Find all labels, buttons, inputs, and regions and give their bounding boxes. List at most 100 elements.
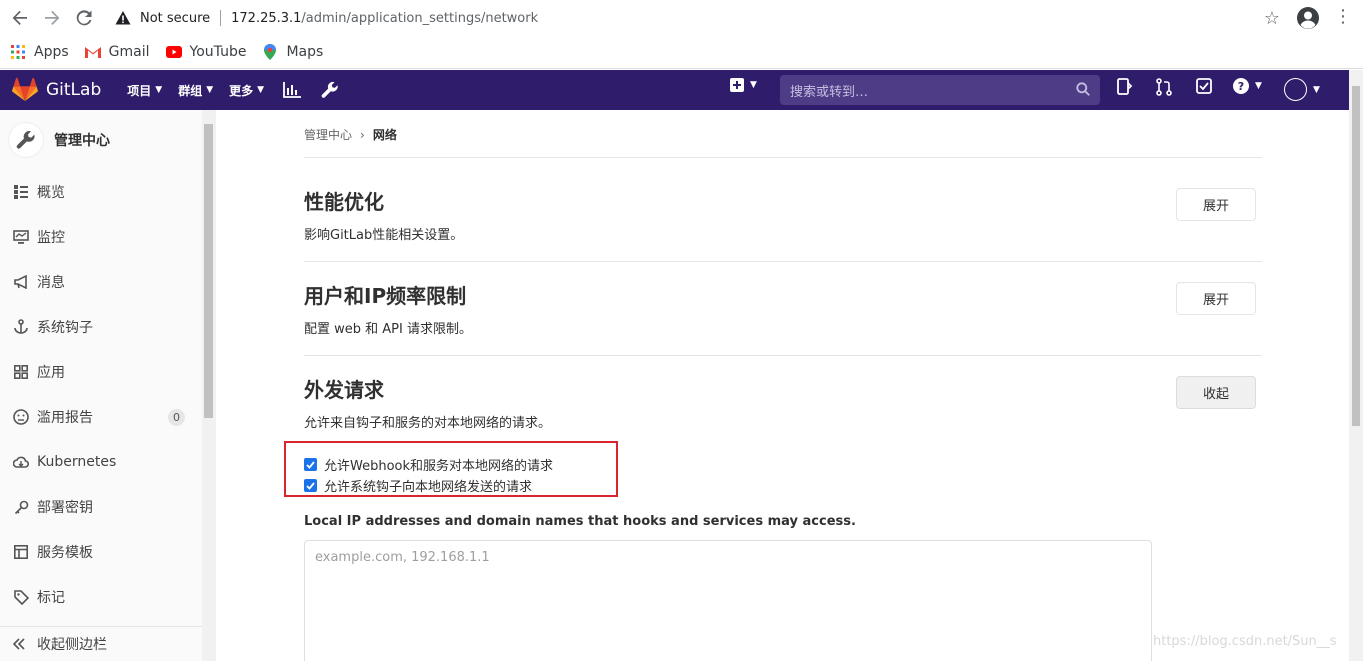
bookmark-apps[interactable]: Apps [10,44,69,60]
messages-icon [12,273,30,291]
sidebar-item-label: 应用 [37,365,65,381]
page-scrollbar[interactable] [1349,70,1363,661]
section-desc-rate-limits: 配置 web 和 API 请求限制。 [304,322,472,337]
issues-icon[interactable] [1117,78,1133,96]
warning-icon [114,9,132,27]
sidebar-item-service-templates[interactable]: 服务模板 [0,537,200,567]
double-chevron-left-icon [12,638,30,650]
kubernetes-icon [12,453,30,471]
collapse-sidebar-button[interactable]: 收起侧边栏 [0,626,202,661]
section-title-performance: 性能优化 [304,190,384,214]
merge-request-icon[interactable] [1156,78,1172,96]
chevron-down-icon: ▼ [155,85,163,95]
template-icon [12,543,30,561]
expand-rate-limits-button[interactable]: 展开 [1176,282,1256,315]
svg-text:?: ? [1238,80,1244,93]
sidebar-item-abuse-reports[interactable]: 滥用报告 0 [0,402,200,432]
sidebar-item-label: 滥用报告 [37,410,93,426]
bookmark-gmail[interactable]: Gmail [84,44,150,60]
menu-label: 群组 [178,83,203,98]
browser-menu-icon[interactable]: ⋮ [1334,6,1352,30]
chevron-down-icon: ▼ [257,85,265,95]
reload-button[interactable] [68,2,100,34]
checkbox-checked[interactable] [304,479,317,492]
textarea-placeholder: example.com, 192.168.1.1 [315,550,490,565]
collapse-sidebar-label: 收起侧边栏 [37,637,107,653]
sidebar-item-system-hooks[interactable]: 系统钩子 [0,312,200,342]
expand-performance-button[interactable]: 展开 [1176,188,1256,221]
bookmark-maps[interactable]: Maps [262,44,323,60]
chevron-down-icon: ▼ [206,85,214,95]
admin-wrench-icon[interactable] [318,78,342,102]
bookmark-label: Apps [34,44,69,60]
bookmark-star-icon[interactable]: ☆ [1264,8,1280,29]
sidebar-item-label: 部署密钥 [37,500,93,516]
search-icon [1076,82,1090,100]
breadcrumb: 管理中心 › 网络 [304,126,397,143]
bookmark-label: Maps [286,44,324,60]
activity-chart-icon[interactable] [280,78,304,102]
sidebar-item-label: 系统钩子 [37,320,93,336]
todo-check-icon[interactable] [1196,78,1212,94]
outbound-whitelist-textarea[interactable]: example.com, 192.168.1.1 [304,540,1152,661]
breadcrumb-admin-link[interactable]: 管理中心 [304,126,352,143]
sidebar-item-messages[interactable]: 消息 [0,267,200,297]
sidebar-title: 管理中心 [54,133,110,149]
sidebar-item-kubernetes[interactable]: Kubernetes [0,447,200,477]
search-placeholder: 搜索或转到… [790,84,869,100]
divider [304,157,1262,158]
menu-label: 项目 [127,83,152,98]
reload-icon [76,10,92,26]
url-host: 172.25.3.1 [231,10,302,26]
search-input[interactable]: 搜索或转到… [780,75,1100,105]
admin-sidebar: 管理中心 概览 监控 消息 系统钩子 应用 滥用报告 0 Kubernetes … [0,110,216,661]
profile-avatar-icon[interactable] [1296,6,1320,30]
bookmark-youtube[interactable]: YouTube [165,44,247,60]
gitlab-tanuki-icon [12,78,38,101]
allow-system-hooks-local-checkbox-row[interactable]: 允许系统钩子向本地网络发送的请求 [304,476,532,495]
sidebar-header[interactable]: 管理中心 [0,110,215,170]
not-secure-label: Not secure [140,10,211,26]
gitlab-logo[interactable]: GitLab [12,78,101,102]
help-dropdown[interactable]: ? ▼ [1233,78,1262,94]
sidebar-scrollbar[interactable] [202,110,216,661]
abuse-count-badge: 0 [168,408,185,426]
user-menu-dropdown[interactable]: ▼ [1284,78,1320,101]
sidebar-item-overview[interactable]: 概览 [0,177,200,207]
back-button[interactable] [4,2,36,34]
help-icon: ? [1233,78,1249,94]
main-content: 管理中心 › 网络 性能优化 影响GitLab性能相关设置。 展开 用户和IP频… [217,110,1349,661]
browser-toolbar: Not secure 172.25.3.1/admin/application_… [0,0,1363,36]
menu-groups[interactable]: 群组 ▼ [178,82,213,99]
address-bar[interactable]: Not secure 172.25.3.1/admin/application_… [104,4,1288,32]
apps-icon [12,363,30,381]
collapse-outbound-button[interactable]: 收起 [1176,376,1256,409]
forward-button[interactable] [36,2,68,34]
sidebar-item-labels[interactable]: 标记 [0,582,200,612]
allow-webhook-local-checkbox-row[interactable]: 允许Webhook和服务对本地网络的请求 [304,455,553,474]
divider [304,261,1262,262]
sidebar-item-monitoring[interactable]: 监控 [0,222,200,252]
chevron-down-icon: ▼ [1255,81,1262,91]
menu-more[interactable]: 更多 ▼ [229,82,264,99]
abuse-icon [12,408,30,426]
address-separator [220,10,222,26]
user-avatar-icon [1284,78,1307,101]
chevron-down-icon: ▼ [750,80,757,90]
page-scrollbar-thumb[interactable] [1352,86,1360,426]
section-desc-performance: 影响GitLab性能相关设置。 [304,228,464,243]
plus-square-icon [730,78,744,92]
watermark-text: https://blog.csdn.net/Sun__s [1153,634,1337,649]
section-title-rate-limits: 用户和IP频率限制 [304,284,467,308]
sidebar-scrollbar-thumb[interactable] [204,124,213,418]
checkbox-checked[interactable] [304,458,317,471]
menu-projects[interactable]: 项目 ▼ [127,82,162,99]
checkbox-label: 允许Webhook和服务对本地网络的请求 [324,459,554,474]
sidebar-item-deploy-keys[interactable]: 部署密钥 [0,492,200,522]
sidebar-item-applications[interactable]: 应用 [0,357,200,387]
new-item-dropdown[interactable]: ▼ [730,78,757,92]
bookmark-label: YouTube [189,44,247,60]
sidebar-item-label: 标记 [37,590,65,606]
maps-icon [262,44,278,60]
admin-wrench-icon [8,122,44,158]
